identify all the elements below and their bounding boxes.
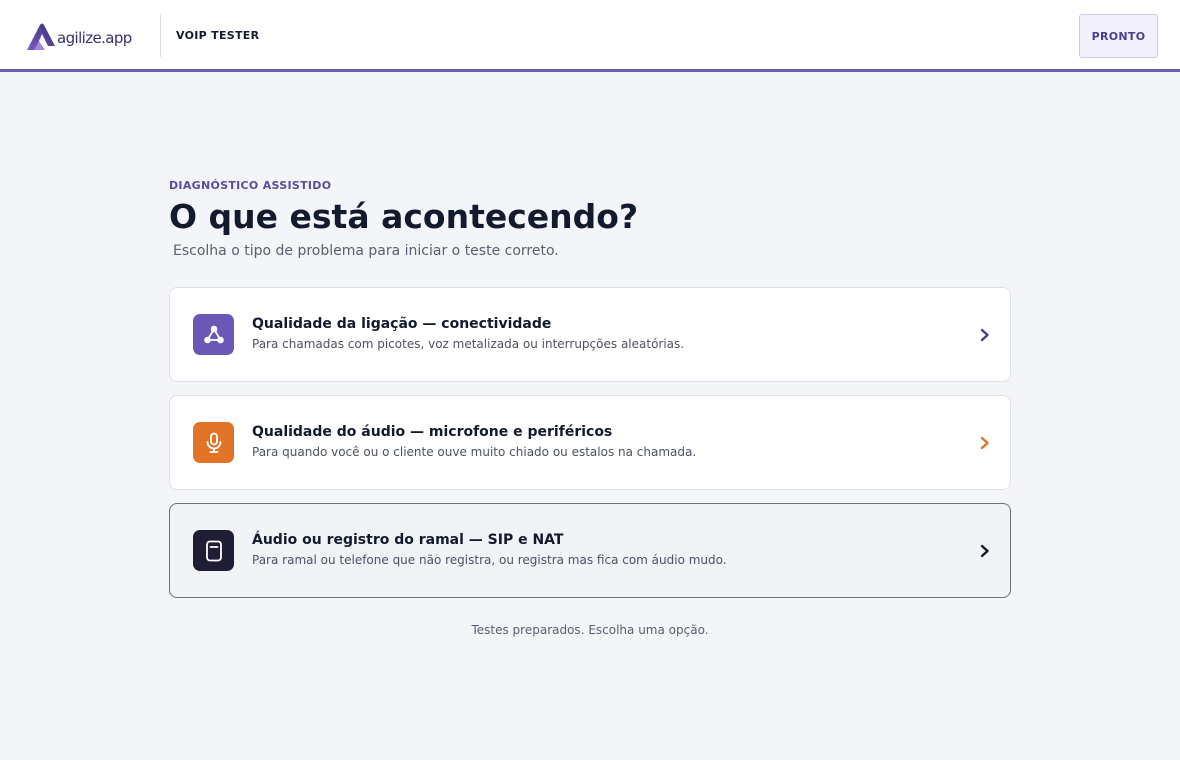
option-card-sip-nat[interactable]: Áudio ou registro do ramal — SIP e NAT P… [169,503,1011,598]
header-divider [160,14,161,57]
option-description: Para quando você ou o cliente ouve muito… [252,445,697,459]
status-message: Testes preparados. Escolha uma opção. [471,623,709,637]
top-bar: agilize.app VOIP TESTER PRONTO [0,0,1180,72]
page-title: O que está acontecendo? [169,197,639,236]
option-description: Para chamadas com picotes, voz metalizad… [252,337,685,351]
option-title: Qualidade da ligação — conectividade [252,316,552,332]
agilize-logo-icon [27,23,55,50]
network-icon [193,314,234,355]
phone-device-icon [193,530,234,571]
option-card-connectivity[interactable]: Qualidade da ligação — conectividade Par… [169,287,1011,382]
option-description: Para ramal ou telefone que não registra,… [252,553,727,567]
status-button[interactable]: PRONTO [1079,14,1158,58]
page-subtitle: Escolha o tipo de problema para iniciar … [173,243,559,259]
chevron-right-icon [978,325,992,345]
option-title: Áudio ou registro do ramal — SIP e NAT [252,532,564,548]
app-title: VOIP TESTER [176,29,260,42]
section-eyebrow: DIAGNÓSTICO ASSISTIDO [169,179,332,192]
chevron-right-icon [978,541,992,561]
logo-text: agilize.app [57,28,132,47]
logo[interactable]: agilize.app [25,22,132,52]
microphone-icon [193,422,234,463]
chevron-right-icon [978,433,992,453]
option-title: Qualidade do áudio — microfone e perifér… [252,424,613,440]
option-card-audio[interactable]: Qualidade do áudio — microfone e perifér… [169,395,1011,490]
